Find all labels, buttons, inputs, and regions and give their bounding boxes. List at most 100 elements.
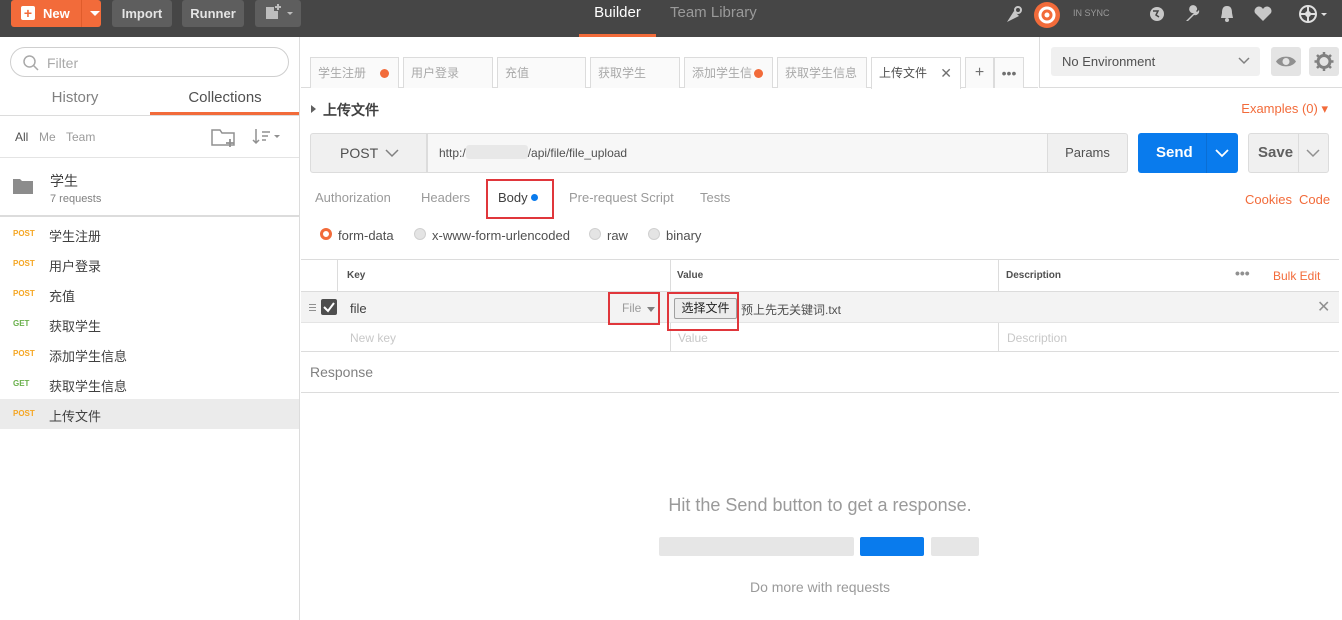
cookies-link[interactable]: Cookies	[1245, 192, 1292, 207]
type-value: File	[622, 301, 642, 315]
request-tab[interactable]: 添加学生信	[684, 57, 773, 88]
request-tab[interactable]: 充值	[497, 57, 586, 88]
more-tabs-button[interactable]: •••	[994, 57, 1024, 88]
environment-bar: No Environment	[1039, 37, 1342, 88]
request-tabs: 学生注册 用户登录 充值 获取学生 添加学生信 获取学生信息 上传文件 ✕ + •…	[301, 37, 1038, 89]
wrench-icon[interactable]	[1183, 4, 1203, 24]
sort-icon[interactable]	[252, 127, 284, 147]
filter-placeholder: Filter	[47, 55, 79, 71]
tab-builder[interactable]: Builder	[579, 0, 656, 37]
tab-pre-request-script[interactable]: Pre-request Script	[569, 190, 674, 205]
settings-icon[interactable]	[1298, 3, 1328, 25]
response-title: Response	[310, 364, 374, 380]
new-window-button[interactable]	[255, 0, 301, 27]
method-badge: POST	[13, 409, 35, 418]
sync-icon[interactable]	[1033, 1, 1061, 29]
more-options-icon[interactable]: •••	[1235, 265, 1250, 281]
search-icon	[23, 55, 39, 71]
unsaved-dot	[754, 69, 763, 78]
new-tab-button[interactable]: +	[965, 57, 994, 88]
bulk-edit-link[interactable]: Bulk Edit	[1273, 269, 1320, 283]
request-name: 获取学生信息	[49, 379, 128, 394]
filter-all[interactable]: All	[15, 130, 28, 144]
tab-collections[interactable]: Collections	[150, 89, 300, 106]
filter-input[interactable]: Filter	[10, 47, 289, 77]
send-dropdown-icon[interactable]	[1215, 148, 1229, 158]
request-item-active[interactable]: POST 上传文件	[0, 399, 299, 429]
environment-select[interactable]: No Environment	[1051, 47, 1260, 76]
drag-handle-icon[interactable]	[309, 304, 316, 313]
request-item[interactable]: POST 充值	[0, 279, 299, 309]
table-header: Key Value Description ••• Bulk Edit	[301, 260, 1339, 292]
request-tab[interactable]: 获取学生信息	[777, 57, 867, 88]
radio-raw[interactable]: raw	[589, 228, 628, 243]
method-badge: GET	[13, 379, 30, 388]
placeholder-bar	[931, 537, 979, 556]
save-dropdown-icon[interactable]	[1306, 148, 1320, 158]
request-name: 获取学生	[49, 319, 102, 334]
type-select[interactable]: File	[608, 292, 660, 325]
environment-quick-look-button[interactable]	[1271, 47, 1301, 76]
row-enabled-checkbox[interactable]	[321, 299, 337, 315]
new-dropdown-icon[interactable]	[90, 11, 100, 16]
new-key-input[interactable]: New key	[350, 331, 396, 345]
params-button[interactable]: Params	[1047, 133, 1128, 173]
form-data-table: Key Value Description ••• Bulk Edit file…	[301, 259, 1339, 352]
request-item[interactable]: POST 学生注册	[0, 219, 299, 249]
request-tab[interactable]: 获取学生	[590, 57, 680, 88]
import-button[interactable]: Import	[112, 0, 172, 27]
caret-down-icon	[647, 307, 655, 312]
sidebar: Filter History Collections All Me Team 学…	[0, 37, 300, 620]
close-icon[interactable]: ✕	[940, 58, 952, 88]
request-tab[interactable]: 用户登录	[403, 57, 493, 88]
response-header: Response	[301, 351, 1339, 393]
new-button[interactable]: + New	[11, 0, 101, 27]
method-select[interactable]: POST	[310, 133, 427, 173]
save-button[interactable]: Save	[1248, 133, 1329, 173]
radio-form-data[interactable]: form-data	[320, 228, 394, 243]
filter-me[interactable]: Me	[39, 130, 56, 144]
method-badge: POST	[13, 259, 35, 268]
choose-file-button[interactable]: 选择文件	[674, 298, 737, 319]
request-item[interactable]: GET 获取学生	[0, 309, 299, 339]
new-description-input[interactable]: Description	[1007, 331, 1067, 345]
runner-button[interactable]: Runner	[182, 0, 244, 27]
tab-headers[interactable]: Headers	[421, 190, 470, 205]
heart-icon[interactable]	[1253, 5, 1273, 23]
request-name: 充值	[49, 289, 76, 304]
key-field[interactable]: file	[350, 301, 367, 316]
request-item[interactable]: POST 添加学生信息	[0, 339, 299, 369]
table-row: file File 选择文件 预上先无关键词.txt ✕	[301, 292, 1339, 331]
manage-environments-button[interactable]	[1309, 47, 1339, 76]
delete-row-icon[interactable]: ✕	[1317, 297, 1330, 317]
request-tab[interactable]: 学生注册	[310, 57, 399, 88]
examples-dropdown[interactable]: Examples (0) ▾	[1241, 101, 1328, 117]
plus-icon: +	[21, 6, 35, 20]
request-item[interactable]: POST 用户登录	[0, 249, 299, 279]
radio-binary[interactable]: binary	[648, 228, 701, 243]
eye-icon	[1276, 56, 1296, 67]
filter-team[interactable]: Team	[66, 130, 95, 144]
new-value-input[interactable]: Value	[678, 331, 708, 345]
new-folder-icon[interactable]	[211, 126, 237, 148]
request-title[interactable]: 上传文件	[311, 100, 379, 120]
tab-authorization[interactable]: Authorization	[315, 190, 391, 205]
request-name: 学生注册	[49, 229, 102, 244]
send-button[interactable]: Send	[1138, 133, 1238, 173]
bell-icon[interactable]	[1218, 4, 1236, 24]
radio-urlencoded[interactable]: x-www-form-urlencoded	[414, 228, 570, 243]
save-label: Save	[1258, 144, 1294, 161]
url-input[interactable]: http://api/file/file_upload	[427, 133, 1048, 173]
code-link[interactable]: Code	[1299, 192, 1330, 207]
collection-item[interactable]: 学生 7 requests	[0, 157, 299, 217]
request-name: 上传文件	[49, 409, 102, 424]
tab-tests[interactable]: Tests	[700, 190, 730, 205]
interceptor-icon[interactable]	[1003, 4, 1025, 26]
request-item[interactable]: GET 获取学生信息	[0, 369, 299, 399]
request-tab-active[interactable]: 上传文件 ✕	[871, 57, 961, 89]
globe-icon[interactable]	[1148, 5, 1166, 23]
tab-history[interactable]: History	[0, 89, 150, 106]
main-panel: 学生注册 用户登录 充值 获取学生 添加学生信 获取学生信息 上传文件 ✕ + •…	[301, 37, 1342, 620]
checkmark-icon	[323, 302, 335, 313]
tab-team-library[interactable]: Team Library	[670, 0, 757, 37]
